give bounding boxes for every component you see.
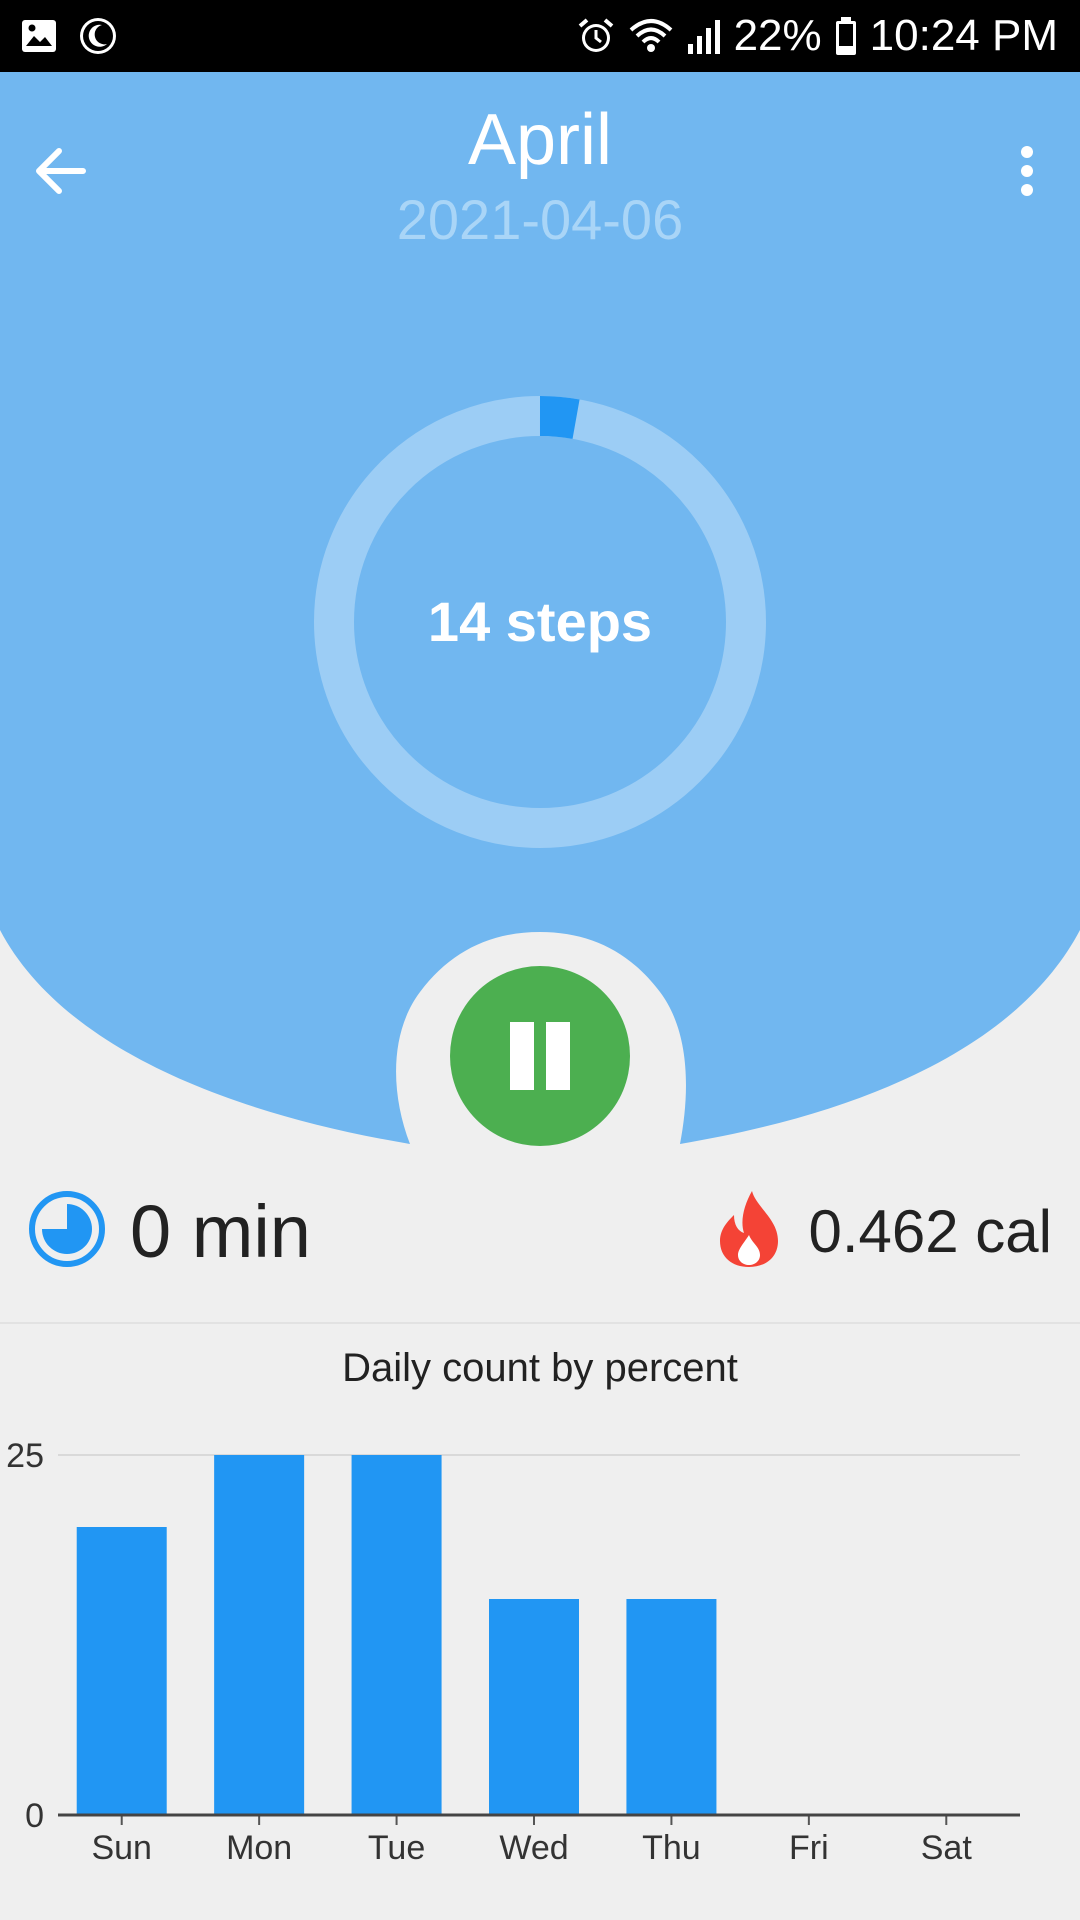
gallery-icon	[20, 18, 58, 54]
clock-pie-icon	[28, 1190, 106, 1273]
signal-icon	[686, 16, 722, 56]
night-mode-icon	[78, 16, 118, 56]
y-tick-label: 25	[6, 1437, 44, 1475]
status-bar: 22% 10:24 PM	[0, 0, 1080, 72]
chart-bar-thu	[626, 1599, 717, 1815]
y-tick-label: 0	[25, 1797, 44, 1835]
x-tick-label: Sat	[921, 1829, 973, 1867]
pause-button[interactable]	[450, 966, 630, 1146]
progress-arc	[539, 396, 580, 439]
chart-bar-mon	[214, 1455, 305, 1815]
section-divider	[0, 1322, 1080, 1324]
battery-percent: 22%	[733, 11, 822, 60]
more-options-button[interactable]	[996, 138, 1058, 208]
chart-bar-sun	[76, 1527, 167, 1815]
page-date: 2021-04-06	[396, 188, 684, 251]
alarm-icon	[576, 16, 616, 56]
chart-bar-wed	[489, 1599, 579, 1815]
x-tick-label: Wed	[499, 1829, 568, 1867]
chart-bar-tue	[351, 1455, 442, 1815]
steps-count: 14 steps	[427, 590, 653, 653]
more-vert-icon	[1019, 145, 1035, 202]
x-tick-label: Tue	[368, 1829, 425, 1867]
x-tick-label: Fri	[789, 1829, 829, 1867]
page-title: April	[467, 100, 613, 180]
x-tick-label: Sun	[91, 1829, 152, 1867]
calories-value: 0.462 cal	[808, 1197, 1052, 1265]
wifi-icon	[628, 16, 674, 56]
status-time: 10:24 PM	[869, 11, 1058, 60]
chart-title: Daily count by percent	[342, 1346, 738, 1390]
x-tick-label: Thu	[642, 1829, 701, 1867]
active-time-stat: 0 min	[28, 1188, 311, 1274]
x-tick-label: Mon	[226, 1829, 292, 1867]
daily-percent-chart: 0 25 Sun Mon Tue Wed Thu Fri Sat	[6, 1437, 1020, 1867]
flame-icon	[716, 1189, 782, 1274]
battery-icon	[834, 16, 858, 56]
active-time-value: 0 min	[130, 1189, 311, 1273]
calories-stat: 0.462 cal	[716, 1188, 1052, 1274]
